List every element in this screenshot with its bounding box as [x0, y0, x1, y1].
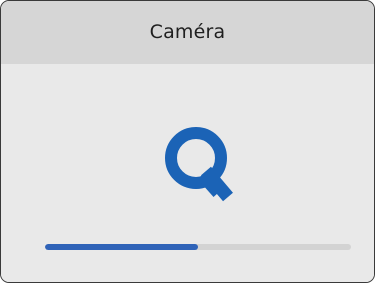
dialog-title: Caméra: [149, 20, 226, 43]
progress-bar-fill: [45, 244, 198, 250]
q-logo-icon: [165, 127, 233, 202]
dialog-body: [1, 64, 374, 282]
camera-dialog: Caméra: [0, 0, 375, 283]
dialog-header: Caméra: [1, 1, 374, 64]
progress-bar: [45, 244, 351, 250]
